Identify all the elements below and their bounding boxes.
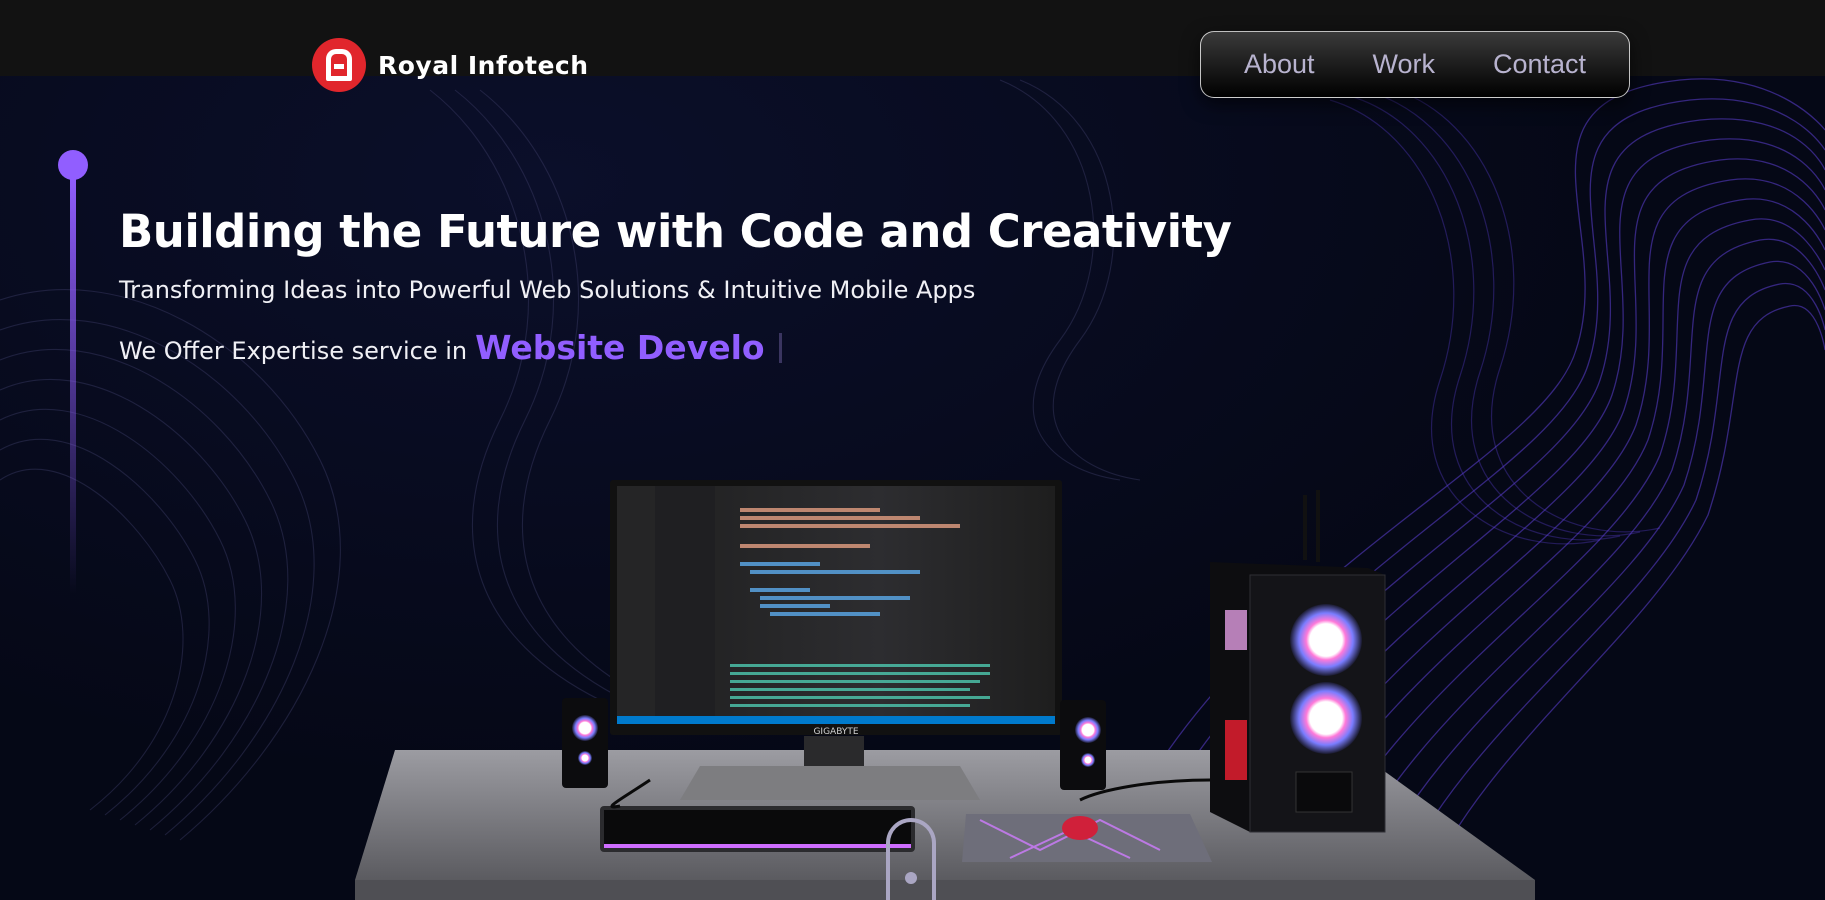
background-wave-pattern: GIGABYTE [0,78,1825,900]
typing-cursor [778,332,782,363]
speaker-right [1060,700,1106,790]
royal-infotech-logo-icon [312,38,366,92]
brand-name: Royal Infotech [378,50,589,80]
hero-offer: We Offer Expertise service in Website De… [119,328,782,367]
hero-section: GIGABYTE Royal Infotech About Work Conta… [0,0,1825,900]
hero-offer-prefix: We Offer Expertise service in [119,337,468,365]
hero-timeline-decoration [58,150,88,650]
scroll-indicator-knob [905,872,917,884]
keyboard [600,806,915,852]
nav-about[interactable]: About [1244,49,1315,80]
scroll-indicator[interactable] [886,818,936,900]
brand[interactable]: Royal Infotech [312,38,589,92]
pc-tower [1210,490,1386,833]
speaker-left [562,698,608,788]
hero-offer-typed-service: Website Develo [475,328,765,367]
monitor-brand: GIGABYTE [813,727,858,737]
timeline-line [70,174,76,594]
main-nav: About Work Contact [1200,31,1630,98]
nav-work[interactable]: Work [1372,49,1435,80]
hero-title: Building the Future with Code and Creati… [119,205,1232,258]
nav-contact[interactable]: Contact [1493,49,1586,80]
hero-subtitle: Transforming Ideas into Powerful Web Sol… [119,276,976,304]
